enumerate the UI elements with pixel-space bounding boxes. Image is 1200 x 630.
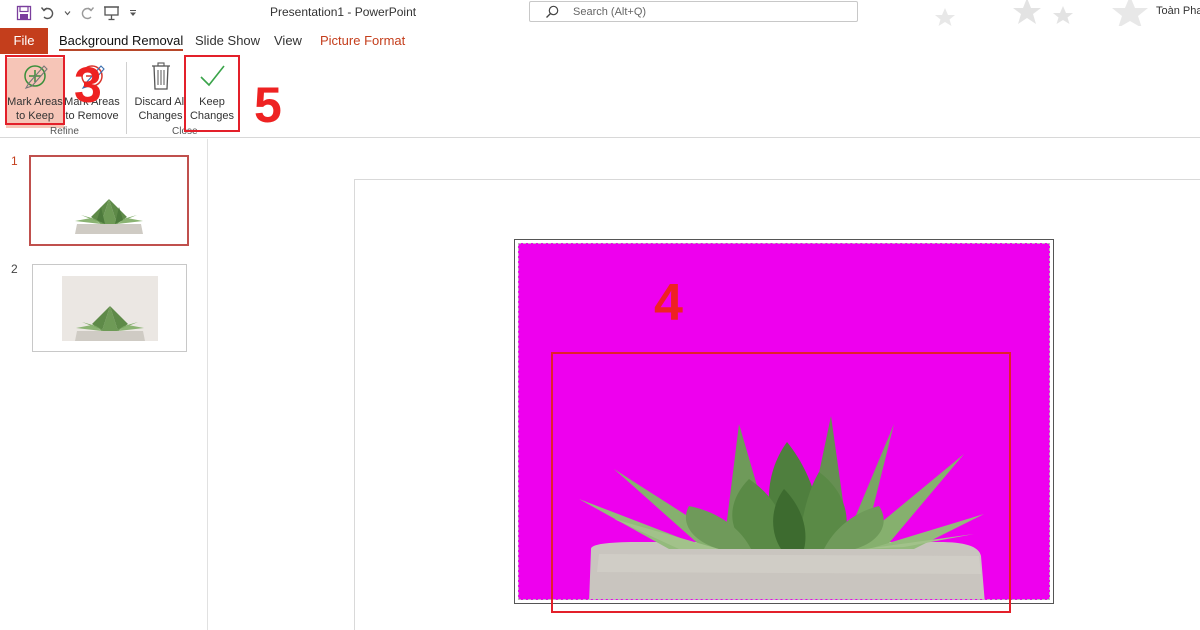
ribbon-tabs: File Background Removal Slide Show View … [0,28,1200,54]
thumbnail-number-1: 1 [11,154,18,168]
slide-thumbnail-pane: 1 2 [0,139,208,630]
thumbnail-original-image [62,276,158,341]
annotation-box-keep-changes [184,55,240,132]
annotation-step-4: 4 [654,274,683,332]
trash-icon [149,60,173,96]
powerpoint-window: Presentation1 - PowerPoint Search (Alt+Q… [0,0,1200,630]
search-input[interactable]: Search (Alt+Q) [529,1,858,22]
redo-icon[interactable] [79,3,95,23]
tab-view[interactable]: View [274,28,302,54]
undo-icon[interactable] [40,3,56,23]
decorative-star-large-icon [1112,0,1148,26]
search-placeholder: Search (Alt+Q) [573,6,647,18]
discard-all-changes-button[interactable]: Discard All Changes [133,58,188,128]
search-icon [544,4,560,25]
discard-label-2: Changes [138,110,183,122]
document-title: Presentation1 - PowerPoint [270,5,417,19]
tab-background-removal-label: Background Removal [59,33,184,48]
group-label-refine: Refine [50,126,79,137]
customize-qat-icon[interactable] [128,3,138,23]
active-tab-indicator [59,49,184,51]
annotation-box-mark-keep [5,55,65,125]
slide-thumbnail-2[interactable] [32,264,187,352]
present-icon[interactable] [103,3,120,23]
tab-file[interactable]: File [0,28,48,54]
slide-thumbnail-1[interactable] [29,155,189,246]
discard-label-1: Discard All [134,96,187,108]
decorative-stars-icon [1013,0,1073,24]
user-name[interactable]: Toàn Pha [1156,5,1200,17]
annotation-box-keep-area [551,352,1011,613]
ribbon-group-separator [126,62,127,134]
quick-access-toolbar [16,3,138,23]
thumbnail-number-2: 2 [11,262,18,276]
thumbnail-succulent-image [75,199,143,234]
annotation-step-5: 5 [254,77,282,133]
tab-slide-show[interactable]: Slide Show [195,28,260,54]
title-bar: Presentation1 - PowerPoint Search (Alt+Q… [0,0,1200,26]
tab-picture-format[interactable]: Picture Format [320,28,405,54]
undo-dropdown-icon[interactable] [64,3,71,23]
decorative-star-icon [935,8,955,26]
save-icon[interactable] [16,3,32,23]
annotation-step-3: 3 [74,57,102,113]
ribbon: Mark Areas to Keep Mark Areas to Remove … [0,54,1200,138]
tab-background-removal[interactable]: Background Removal [59,28,184,54]
